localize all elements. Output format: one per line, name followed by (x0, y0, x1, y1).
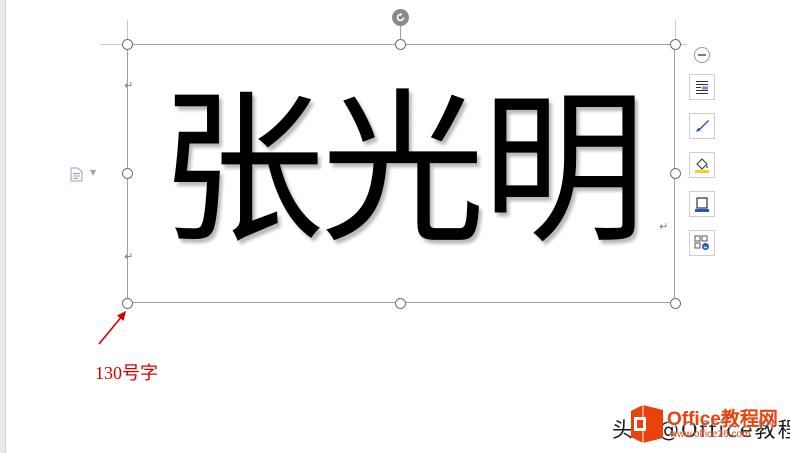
layout-options-button[interactable] (689, 230, 715, 256)
fill-color-button[interactable] (689, 152, 715, 178)
logo-title: Office教程网 (667, 409, 778, 430)
document-left-edge (0, 0, 6, 453)
chevron-down-icon[interactable]: ▼ (90, 168, 96, 177)
layout-options-icon (694, 235, 709, 250)
rotate-stem (400, 26, 401, 40)
logo-url: www.office26.com (670, 429, 751, 440)
text-wrap-button[interactable] (689, 74, 715, 100)
rotate-handle[interactable] (392, 9, 409, 26)
font-size-annotation: 130号字 (95, 363, 158, 383)
brush-icon (696, 120, 709, 132)
paint-bucket-icon (695, 158, 709, 173)
office-logo-icon (631, 405, 663, 443)
rotate-icon (396, 12, 405, 22)
minus-circle-icon[interactable] (694, 47, 710, 63)
resize-handle-top-right[interactable] (670, 39, 681, 50)
textbox-text[interactable]: 张光明 (127, 70, 675, 270)
outline-button[interactable] (689, 191, 715, 217)
shape-outline-icon (695, 197, 709, 212)
resize-handle-top-left[interactable] (122, 39, 133, 50)
annotation-arrow-icon (98, 311, 126, 345)
text-wrap-icon (696, 81, 708, 94)
resize-handle-top-center[interactable] (395, 39, 406, 50)
document-icon[interactable] (70, 167, 83, 186)
resize-handle-bottom-right[interactable] (670, 298, 681, 309)
text-effect-brush-button[interactable] (689, 113, 715, 139)
resize-handle-bottom-center[interactable] (395, 298, 406, 309)
